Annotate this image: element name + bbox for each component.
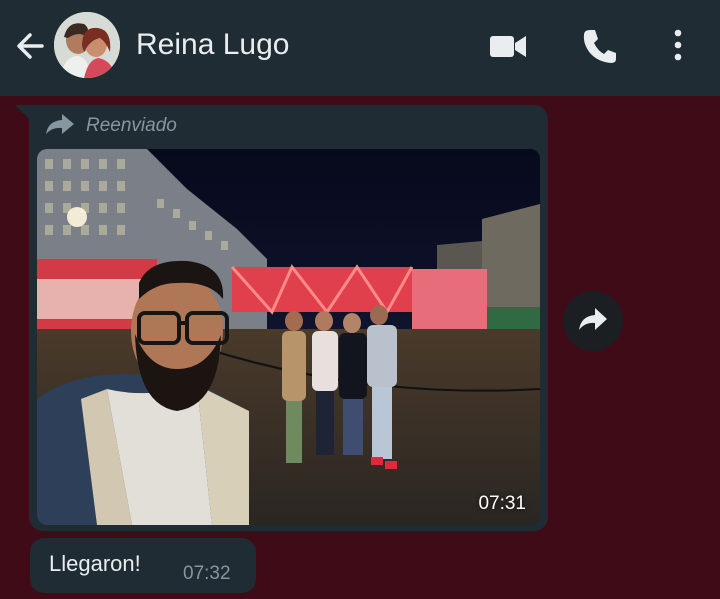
video-call-icon[interactable]	[486, 24, 530, 68]
message-timestamp: 07:32	[183, 563, 231, 584]
back-arrow-icon[interactable]	[12, 27, 50, 65]
contact-name[interactable]: Reina Lugo	[136, 26, 289, 64]
photo-image	[37, 149, 540, 525]
message-photo[interactable]: 07:31	[37, 149, 540, 525]
message-text: Llegaron!	[49, 551, 141, 576]
forward-icon	[577, 306, 609, 337]
avatar[interactable]	[54, 12, 120, 78]
forwarded-icon	[44, 112, 76, 141]
bubble-tail	[15, 105, 29, 119]
more-vert-icon[interactable]	[656, 24, 700, 68]
forwarded-label: Reenviado	[86, 115, 177, 136]
image-timestamp: 07:31	[478, 493, 526, 514]
forwarded-indicator: Reenviado	[44, 112, 177, 140]
voice-call-icon[interactable]	[578, 24, 622, 68]
forward-button[interactable]	[563, 291, 623, 351]
chat-header: Reina Lugo	[0, 0, 720, 96]
